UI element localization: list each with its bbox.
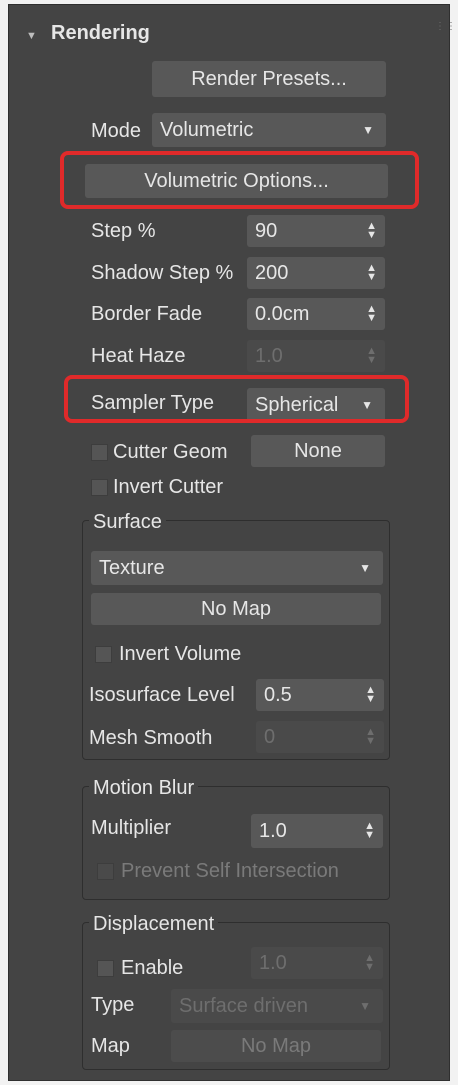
displacement-type-dropdown[interactable]: Surface driven ▼	[171, 989, 383, 1023]
surface-type-value: Texture	[99, 556, 165, 579]
chevron-down-icon: ▼	[359, 999, 371, 1013]
grip-dots-icon[interactable]: ⋮⋮	[435, 21, 457, 32]
spinner-arrows-icon[interactable]: ▲ ▼	[366, 221, 377, 241]
border-fade-spinner[interactable]: 0.0cm ▲ ▼	[247, 298, 385, 330]
mesh-smooth-value: 0	[264, 725, 276, 748]
cutter-geom-checkbox[interactable]	[91, 444, 108, 461]
spinner-arrows-icon[interactable]: ▲ ▼	[365, 727, 376, 747]
enable-displacement-label: Enable	[121, 957, 184, 979]
invert-cutter-checkbox[interactable]	[91, 479, 108, 496]
heat-haze-label: Heat Haze	[91, 345, 186, 367]
rollout-title[interactable]: Rendering	[51, 21, 150, 45]
displacement-map-button[interactable]: No Map	[171, 1030, 381, 1062]
shadow-step-label: Shadow Step %	[91, 262, 234, 284]
isosurface-level-value: 0.5	[264, 683, 292, 706]
triangle-down-icon[interactable]: ▼	[26, 30, 37, 42]
surface-group-title: Surface	[89, 510, 166, 534]
mesh-smooth-label: Mesh Smooth	[89, 727, 213, 749]
heat-haze-spinner[interactable]: 1.0 ▲ ▼	[247, 340, 385, 372]
sampler-type-highlight	[64, 375, 409, 423]
shadow-step-value: 200	[255, 261, 289, 284]
spinner-arrows-icon[interactable]: ▲ ▼	[366, 263, 377, 283]
motion-blur-group-title: Motion Blur	[89, 776, 199, 800]
step-spinner[interactable]: 90 ▲ ▼	[247, 215, 385, 247]
cutter-geom-pick-button[interactable]: None	[251, 435, 385, 467]
volumetric-options-highlight	[60, 151, 419, 209]
multiplier-spinner[interactable]: 1.0 ▲ ▼	[251, 814, 383, 848]
spinner-arrows-icon[interactable]: ▲ ▼	[364, 821, 375, 841]
border-fade-label: Border Fade	[91, 303, 203, 325]
multiplier-label: Multiplier	[91, 817, 172, 839]
displacement-group-title: Displacement	[89, 912, 219, 936]
surface-type-dropdown[interactable]: Texture ▼	[91, 551, 383, 585]
heat-haze-value: 1.0	[255, 344, 283, 367]
chevron-down-icon: ▼	[362, 123, 374, 137]
isosurface-level-spinner[interactable]: 0.5 ▲ ▼	[256, 679, 384, 711]
surface-map-button[interactable]: No Map	[91, 593, 381, 625]
chevron-down-icon: ▼	[359, 561, 371, 575]
step-value: 90	[255, 219, 278, 242]
mesh-smooth-spinner[interactable]: 0 ▲ ▼	[256, 721, 384, 753]
multiplier-value: 1.0	[259, 819, 287, 842]
displacement-amount-spinner[interactable]: 1.0 ▲ ▼	[251, 947, 383, 979]
step-label: Step %	[91, 220, 156, 242]
invert-volume-checkbox[interactable]	[95, 646, 112, 663]
isosurface-level-label: Isosurface Level	[89, 684, 235, 706]
mode-dropdown[interactable]: Volumetric ▼	[152, 113, 386, 147]
prevent-self-intersection-label: Prevent Self Intersection	[121, 860, 339, 882]
prevent-self-intersection-checkbox[interactable]	[97, 863, 114, 880]
displacement-map-label: Map	[91, 1035, 130, 1057]
displacement-type-value: Surface driven	[179, 994, 308, 1017]
invert-cutter-label: Invert Cutter	[113, 476, 224, 498]
cutter-geom-label: Cutter Geom	[113, 441, 228, 463]
enable-displacement-checkbox[interactable]	[97, 960, 114, 977]
spinner-arrows-icon[interactable]: ▲ ▼	[366, 346, 377, 366]
spinner-arrows-icon[interactable]: ▲ ▼	[366, 304, 377, 324]
invert-volume-label: Invert Volume	[119, 643, 242, 665]
border-fade-value: 0.0cm	[255, 302, 310, 325]
displacement-amount-value: 1.0	[259, 951, 287, 974]
displacement-type-label: Type	[91, 994, 135, 1016]
spinner-arrows-icon[interactable]: ▲ ▼	[364, 953, 375, 973]
render-presets-button[interactable]: Render Presets...	[152, 61, 386, 97]
mode-label: Mode	[91, 120, 142, 142]
shadow-step-spinner[interactable]: 200 ▲ ▼	[247, 257, 385, 289]
mode-value: Volumetric	[160, 118, 254, 141]
spinner-arrows-icon[interactable]: ▲ ▼	[365, 685, 376, 705]
